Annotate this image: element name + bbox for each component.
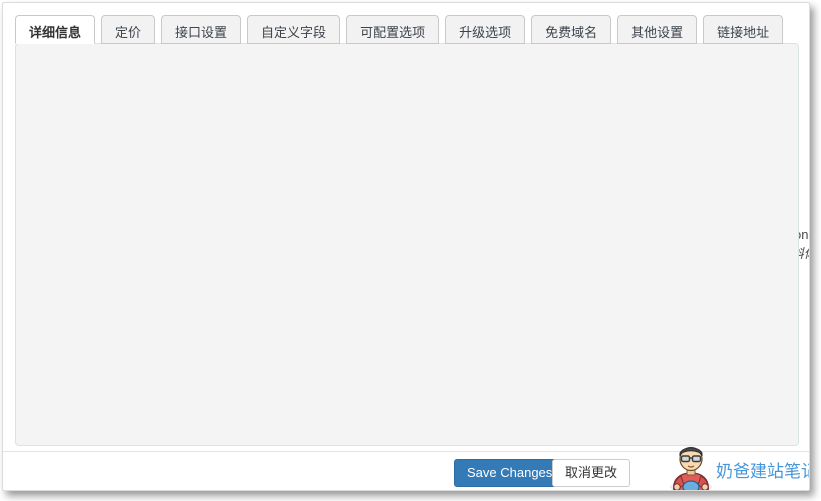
tab-bar: 详细信息 定价 接口设置 自定义字段 可配置选项 升级选项 免费域名 其他设置 … [15,15,783,44]
details-panel [15,43,799,446]
tab-details[interactable]: 详细信息 [15,15,95,44]
tab-links[interactable]: 链接地址 [703,15,783,44]
avatar-icon [668,445,714,491]
save-changes-button[interactable]: Save Changes [454,459,565,487]
tab-pricing[interactable]: 定价 [101,15,155,44]
product-settings-window: 详细信息 定价 接口设置 自定义字段 可配置选项 升级选项 免费域名 其他设置 … [2,2,810,491]
cancel-changes-button[interactable]: 取消更改 [552,459,630,487]
tab-other-settings[interactable]: 其他设置 [617,15,697,44]
watermark: 奶爸建站笔记 [668,445,810,491]
tab-free-domain[interactable]: 免费域名 [531,15,611,44]
tab-upgrades[interactable]: 升级选项 [445,15,525,44]
watermark-text: 奶爸建站笔记 [716,457,810,482]
tab-custom-fields[interactable]: 自定义字段 [247,15,340,44]
tab-module-settings[interactable]: 接口设置 [161,15,241,44]
tab-configurable-options[interactable]: 可配置选项 [346,15,439,44]
